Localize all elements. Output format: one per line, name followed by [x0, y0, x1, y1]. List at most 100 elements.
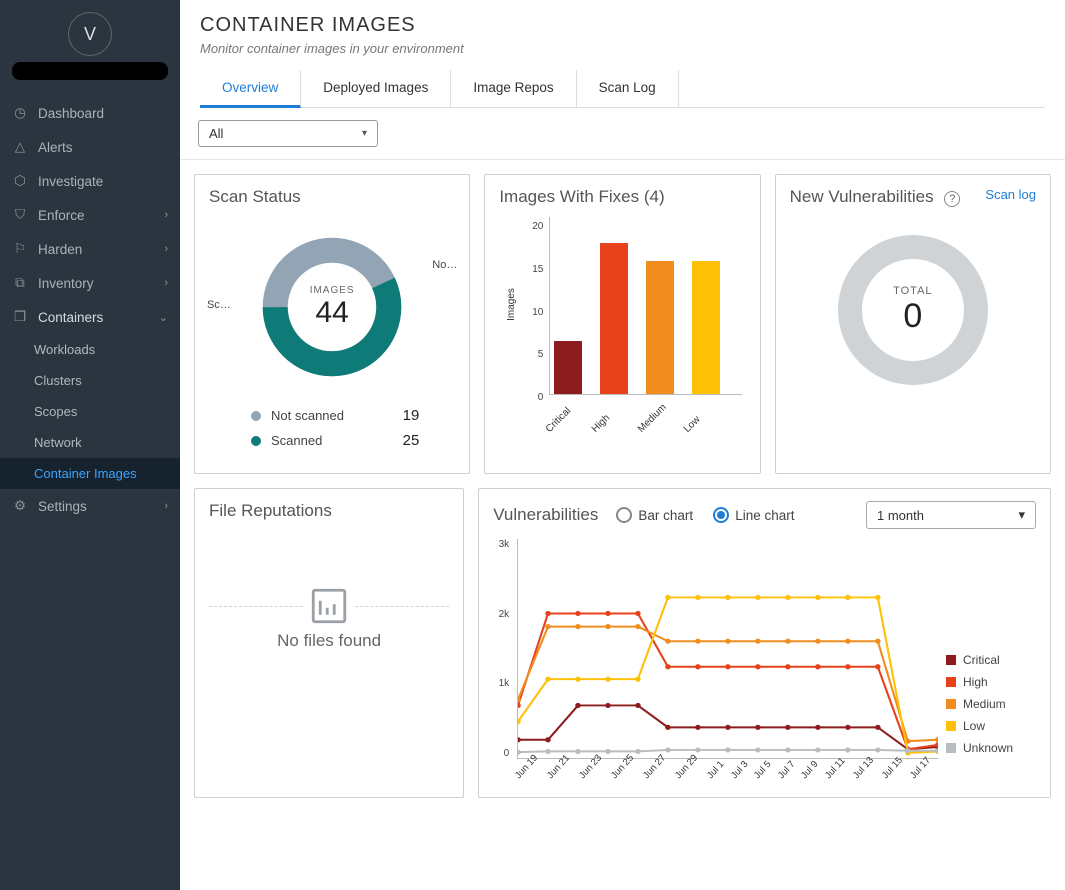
chevron-icon: › — [164, 209, 168, 221]
file-rep-empty-text: No files found — [209, 631, 449, 651]
donut-left-label: Sc… — [207, 299, 231, 311]
vuln-card: Vulnerabilities Bar chart Line chart 1 m… — [478, 488, 1051, 798]
images-fixes-title: Images With Fixes (4) — [499, 187, 745, 207]
legend-row: Scanned25 — [251, 428, 455, 453]
sidebar-item-enforce[interactable]: ⛉Enforce› — [0, 198, 180, 232]
legend-dot-icon — [251, 436, 261, 446]
bar-xaxis: CriticalHighMediumLow — [549, 414, 741, 425]
tabs: OverviewDeployed ImagesImage ReposScan L… — [200, 70, 1045, 108]
linechart-xlabel: Jul 9 — [799, 759, 821, 781]
sidebar-item-containers[interactable]: ❒Containers⌄ — [0, 300, 180, 334]
chevron-icon: › — [164, 500, 168, 512]
file-rep-card: File Reputations No files found — [194, 488, 464, 798]
new-vuln-card: New Vulnerabilities ? Scan log TOTAL 0 — [775, 174, 1051, 474]
nav-icon: ⚙ — [12, 498, 28, 514]
bar-critical[interactable] — [554, 341, 582, 394]
bar-xlabel: Critical — [544, 407, 572, 435]
linechart-yaxis: 3k2k1k0 — [487, 539, 509, 759]
legend-square-icon — [946, 721, 956, 731]
sidebar-item-settings[interactable]: ⚙Settings› — [0, 489, 180, 523]
org-name — [12, 62, 168, 80]
scan-legend: Not scanned19Scanned25 — [209, 403, 455, 453]
bar-high[interactable] — [600, 243, 628, 394]
chevron-down-icon: ▾ — [362, 128, 367, 139]
chevron-icon: › — [164, 243, 168, 255]
sidebar-subitem-container-images[interactable]: Container Images — [0, 458, 180, 489]
bar-plot — [549, 217, 741, 395]
linechart-xlabel: Jul 11 — [823, 755, 848, 781]
sidebar-subitem-clusters[interactable]: Clusters — [0, 365, 180, 396]
sidebar-subitem-scopes[interactable]: Scopes — [0, 396, 180, 427]
donut-right-label: No… — [432, 259, 457, 271]
legend-row: Not scanned19 — [251, 403, 455, 428]
main: CONTAINER IMAGES Monitor container image… — [180, 0, 1065, 890]
scan-status-title: Scan Status — [209, 187, 455, 207]
bar-xlabel: Low — [682, 407, 710, 435]
sidebar: V ◷Dashboard△Alerts⬡Investigate⛉Enforce›… — [0, 0, 180, 890]
legend-square-icon — [946, 677, 956, 687]
nav-icon: ⛉ — [12, 207, 28, 223]
bar-yaxis: 20151050 — [521, 217, 543, 399]
filter-select[interactable]: All ▾ — [198, 120, 378, 147]
new-vuln-donut: TOTAL 0 — [838, 235, 988, 385]
legend-item-critical[interactable]: Critical — [946, 649, 1036, 671]
bar-medium[interactable] — [646, 261, 674, 395]
sidebar-item-harden[interactable]: ⚐Harden› — [0, 232, 180, 266]
legend-item-high[interactable]: High — [946, 671, 1036, 693]
legend-square-icon — [946, 699, 956, 709]
bar-ylabel: Images — [506, 288, 517, 321]
page-subtitle: Monitor container images in your environ… — [200, 41, 1045, 56]
vuln-title: Vulnerabilities — [493, 505, 598, 525]
scan-log-link[interactable]: Scan log — [985, 187, 1036, 202]
bar-low[interactable] — [692, 261, 720, 395]
avatar[interactable]: V — [68, 12, 112, 56]
linechart-plot — [517, 539, 938, 759]
tab-image-repos[interactable]: Image Repos — [451, 70, 576, 107]
chevron-icon: ⌄ — [159, 311, 168, 324]
legend-dot-icon — [251, 411, 261, 421]
new-vuln-title: New Vulnerabilities ? Scan log — [790, 187, 1036, 207]
scan-status-card: Scan Status IMAGES 44 Sc… No… Not scanne… — [194, 174, 470, 474]
new-vuln-total-label: TOTAL — [893, 285, 932, 297]
vuln-linechart: 3k2k1k0 Jun 19Jun 21Jun 23Jun 25Jun 27Ju… — [493, 539, 938, 779]
nav: ◷Dashboard△Alerts⬡Investigate⛉Enforce›⚐H… — [0, 96, 180, 523]
radio-bar-chart[interactable]: Bar chart — [616, 507, 693, 523]
sidebar-item-dashboard[interactable]: ◷Dashboard — [0, 96, 180, 130]
file-rep-empty: No files found — [209, 531, 449, 651]
chevron-icon: › — [164, 277, 168, 289]
linechart-xlabel: Jul 1 — [705, 759, 727, 781]
legend-square-icon — [946, 655, 956, 665]
nav-icon: ⚐ — [12, 241, 28, 257]
nav-icon: ⬡ — [12, 173, 28, 189]
linechart-xlabel: Jul 5 — [752, 759, 774, 781]
help-icon[interactable]: ? — [944, 191, 960, 207]
bar-xlabel: High — [590, 407, 618, 435]
header: CONTAINER IMAGES Monitor container image… — [180, 0, 1065, 108]
linechart-xlabel: Jul 3 — [729, 759, 751, 781]
tab-deployed-images[interactable]: Deployed Images — [301, 70, 451, 107]
filter-value: All — [209, 126, 223, 141]
sidebar-subitem-workloads[interactable]: Workloads — [0, 334, 180, 365]
legend-item-unknown[interactable]: Unknown — [946, 737, 1036, 759]
nav-icon: ❒ — [12, 309, 28, 325]
range-select[interactable]: 1 month ▾ — [866, 501, 1036, 529]
legend-item-medium[interactable]: Medium — [946, 693, 1036, 715]
legend-item-low[interactable]: Low — [946, 715, 1036, 737]
chart-type-radio-group: Bar chart Line chart — [616, 507, 794, 523]
sidebar-item-alerts[interactable]: △Alerts — [0, 130, 180, 164]
tab-scan-log[interactable]: Scan Log — [577, 70, 679, 107]
radio-line-chart[interactable]: Line chart — [713, 507, 794, 523]
nav-icon: △ — [12, 139, 28, 155]
sidebar-item-investigate[interactable]: ⬡Investigate — [0, 164, 180, 198]
sidebar-subitem-network[interactable]: Network — [0, 427, 180, 458]
barchart-icon — [304, 581, 354, 631]
images-fixes-card: Images With Fixes (4) Images 20151050 Cr… — [484, 174, 760, 474]
legend-square-icon — [946, 743, 956, 753]
new-vuln-total: 0 — [903, 297, 922, 336]
sidebar-item-inventory[interactable]: ⧉Inventory› — [0, 266, 180, 300]
donut-center-value: 44 — [310, 296, 355, 330]
filter-bar: All ▾ — [180, 108, 1065, 160]
linechart-legend: CriticalHighMediumLowUnknown — [946, 539, 1036, 779]
nav-icon: ◷ — [12, 105, 28, 121]
tab-overview[interactable]: Overview — [200, 70, 301, 108]
